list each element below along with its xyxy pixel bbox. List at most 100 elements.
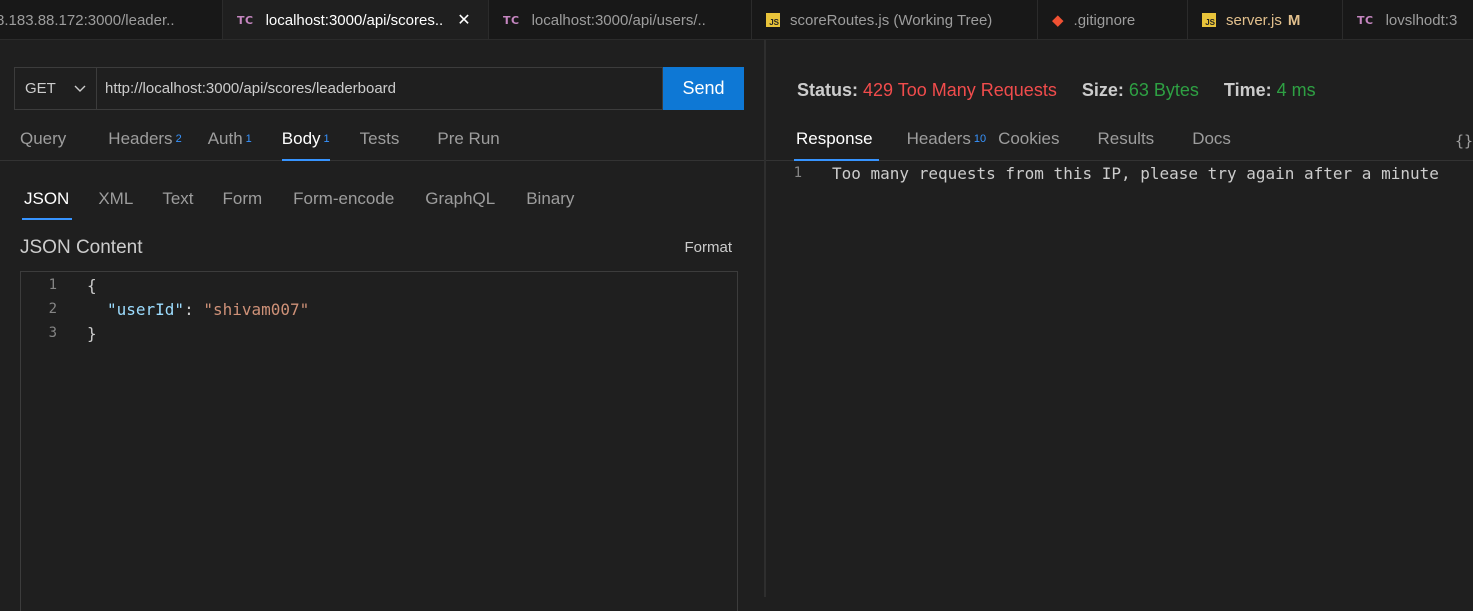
size-label: Size: <box>1081 80 1124 100</box>
time-value: 4 ms <box>1276 80 1316 100</box>
tab-label: .gitignore <box>1073 11 1136 29</box>
tab-label: Cookies <box>998 129 1060 148</box>
url-input[interactable] <box>96 67 663 110</box>
line-number: 3 <box>48 325 57 341</box>
line-number: 1 <box>48 277 57 293</box>
body-tab-form[interactable]: Form <box>223 178 263 220</box>
tab-label: 8.183.88.172:3000/leader.. <box>0 11 175 29</box>
javascript-file-icon: JS <box>766 13 780 27</box>
tab-label: XML <box>98 189 134 208</box>
size-value: 63 Bytes <box>1128 80 1199 100</box>
method-value: GET <box>25 80 56 97</box>
body-tab-xml[interactable]: XML <box>98 178 133 220</box>
count-badge: 1 <box>245 133 252 145</box>
json-editor[interactable]: 1 { 2 "userId": "shivam007" 3 } <box>20 271 738 611</box>
close-icon[interactable]: ✕ <box>457 10 470 30</box>
format-button[interactable]: Format <box>684 239 732 256</box>
response-status-bar: Status: 429 Too Many Requests Size: 63 B… <box>797 80 1341 101</box>
request-panel: GET Send Query Headers2 Auth1 Body1 Test… <box>0 40 764 611</box>
body-tab-form-encode[interactable]: Form-encode <box>293 178 394 220</box>
tab-results[interactable]: Results <box>1098 118 1155 160</box>
tab-lovslhodt[interactable]: TC lovslhodt:3 <box>1343 0 1473 39</box>
status-field: Status: 429 Too Many Requests <box>797 80 1057 101</box>
line-number: 2 <box>48 301 57 317</box>
size-field: Size: 63 Bytes <box>1082 80 1199 101</box>
active-tab-underline <box>281 159 330 161</box>
tab-body[interactable]: Body 1 <box>262 118 330 161</box>
code-text: "userId": "shivam007" <box>107 300 309 319</box>
tab-tests[interactable]: Tests <box>340 118 400 160</box>
body-tab-binary[interactable]: Binary <box>526 178 574 220</box>
chevron-down-icon <box>74 80 86 97</box>
modified-indicator: M <box>1287 11 1301 29</box>
thunder-client-icon: TC <box>237 13 254 27</box>
tab-label: lovslhodt:3 <box>1385 11 1458 29</box>
response-body-line: 1 Too many requests from this IP, please… <box>766 162 1439 184</box>
time-field: Time: 4 ms <box>1224 80 1316 101</box>
tab-pre-run[interactable]: Pre Run <box>417 118 499 160</box>
tab-label: Headers <box>906 129 971 148</box>
json-key: "userId" <box>107 299 185 319</box>
tab-label: Auth <box>207 129 243 148</box>
tab-response-headers[interactable]: Headers 10 <box>907 118 987 160</box>
javascript-file-icon: JS <box>1202 13 1216 27</box>
tab-gitignore[interactable]: ◆ .gitignore <box>1038 0 1188 39</box>
tab-label: Pre Run <box>437 129 500 148</box>
url-bar: GET Send <box>14 67 744 110</box>
body-tab-graphql[interactable]: GraphQL <box>425 178 495 220</box>
tab-label: Text <box>162 189 194 208</box>
response-panel: Status: 429 Too Many Requests Size: 63 B… <box>766 40 1473 597</box>
response-body-text: Too many requests from this IP, please t… <box>832 163 1439 183</box>
editor-line: 2 "userId": "shivam007" <box>21 297 310 321</box>
editor-tab-bar: 8.183.88.172:3000/leader.. TC localhost:… <box>0 0 1473 40</box>
braces-icon[interactable]: {} <box>1455 132 1473 150</box>
tab-headers[interactable]: Headers 2 <box>88 118 181 160</box>
tab-label: JSON <box>24 189 70 208</box>
active-tab-underline <box>22 218 73 220</box>
json-separator: : <box>184 299 204 319</box>
tab-label: Query <box>20 129 67 148</box>
thunder-client-icon: TC <box>1357 13 1374 27</box>
tab-label: localhost:3000/api/scores.. <box>265 11 444 29</box>
body-tab-text[interactable]: Text <box>162 178 193 220</box>
status-value: 429 Too Many Requests <box>863 80 1057 100</box>
tab-auth[interactable]: Auth 1 <box>188 118 252 160</box>
line-number: 1 <box>793 165 802 181</box>
tab-label: Body <box>281 129 321 148</box>
tab-remote-leaderboard[interactable]: 8.183.88.172:3000/leader.. <box>0 0 223 39</box>
tab-label: server.js <box>1226 11 1282 29</box>
json-string-value: "shivam007" <box>203 299 310 319</box>
tab-localhost-scores[interactable]: TC localhost:3000/api/scores.. ✕ <box>223 0 489 39</box>
active-tab-underline <box>794 159 879 161</box>
json-content-header: JSON Content Format <box>20 237 732 259</box>
tab-label: scoreRoutes.js (Working Tree) <box>790 11 993 29</box>
time-label: Time: <box>1223 80 1272 100</box>
editor-line: 1 { <box>21 273 97 297</box>
tab-response[interactable]: Response <box>794 118 879 161</box>
tab-cookies[interactable]: Cookies <box>998 118 1059 160</box>
count-badge: 2 <box>175 133 182 145</box>
tab-scoreroutes[interactable]: JS scoreRoutes.js (Working Tree) <box>752 0 1038 39</box>
status-label: Status: <box>797 80 859 100</box>
tab-server-js[interactable]: JS server.js M <box>1188 0 1343 39</box>
tab-label: Results <box>1097 129 1155 148</box>
tab-localhost-users[interactable]: TC localhost:3000/api/users/.. <box>489 0 752 39</box>
tab-label: localhost:3000/api/users/.. <box>531 11 706 29</box>
tab-label: Tests <box>359 129 400 148</box>
response-tabs: Response Headers 10 Cookies Results Docs <box>766 118 1473 161</box>
editor-line: 3 } <box>21 321 97 345</box>
count-badge: 1 <box>323 133 330 145</box>
code-text: { <box>87 275 97 295</box>
count-badge: 10 <box>973 133 987 145</box>
tab-label: GraphQL <box>425 189 496 208</box>
json-content-title: JSON Content <box>20 237 143 258</box>
tab-label: Form <box>222 189 263 208</box>
send-button[interactable]: Send <box>663 67 744 110</box>
tab-label: Headers <box>108 129 173 148</box>
tab-label: Docs <box>1192 129 1231 148</box>
body-tab-json[interactable]: JSON <box>22 178 73 220</box>
tab-query[interactable]: Query <box>0 118 66 160</box>
method-select[interactable]: GET <box>14 67 96 110</box>
tab-label: Response <box>796 129 873 148</box>
tab-docs[interactable]: Docs <box>1192 118 1231 160</box>
